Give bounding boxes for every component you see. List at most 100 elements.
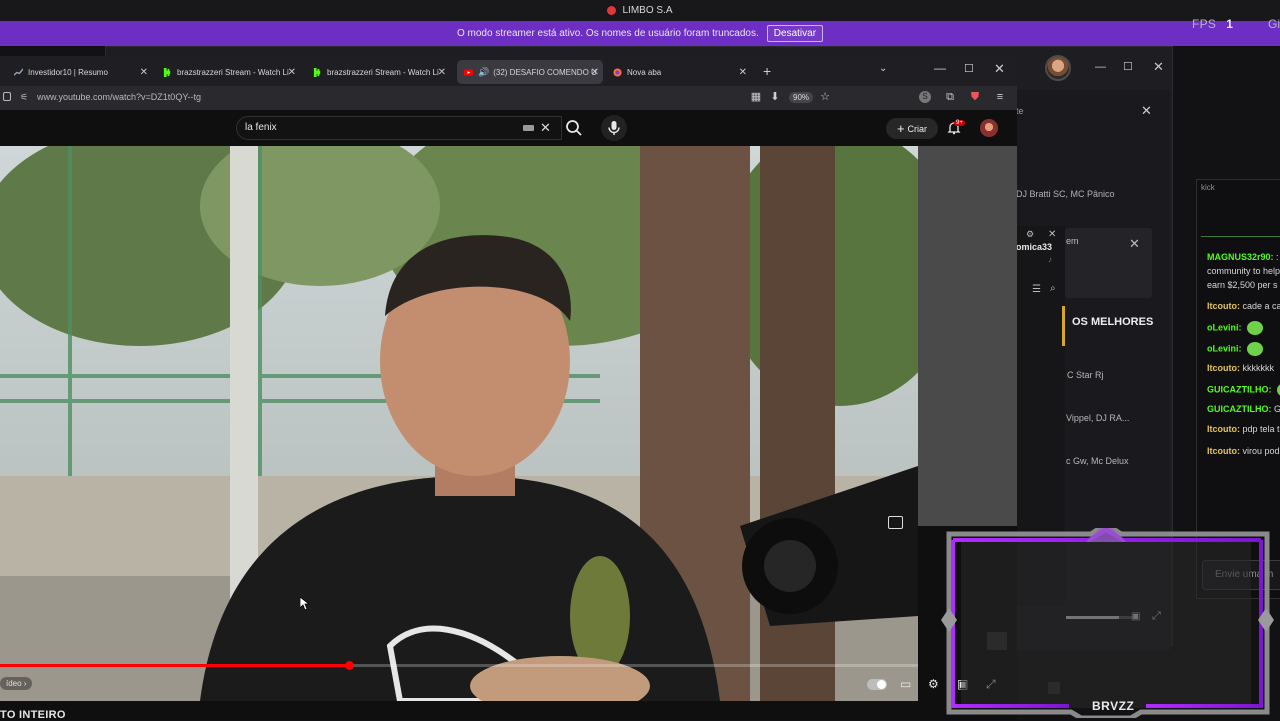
streamer-mode-banner: O modo streamer está ativo. Os nomes de … [0, 21, 1280, 46]
autoplay-toggle[interactable] [867, 679, 887, 690]
window-close-icon[interactable]: ✕ [994, 61, 1005, 77]
kick-favicon-icon [163, 67, 171, 77]
chat-text: earn $2,500 per s [1207, 280, 1278, 290]
menu-icon[interactable]: ≡ [994, 91, 1006, 103]
section-accent [1062, 306, 1065, 346]
bell-small-icon: ♪ [1048, 255, 1052, 264]
youtube-favicon-icon [464, 68, 473, 76]
gear-icon[interactable]: ⚙ [1026, 229, 1034, 240]
video-player[interactable] [0, 146, 918, 701]
chat-text: kkkkkkk [1242, 363, 1275, 373]
video-title-below: TO INTEIRO [0, 709, 66, 721]
lock-icon[interactable] [3, 92, 11, 101]
plus-icon: + [896, 121, 905, 136]
overlay-name: BRVZZ [1092, 699, 1135, 713]
window-minimize-icon[interactable]: — [934, 61, 946, 75]
chat-username[interactable]: oLevini: [1207, 343, 1242, 353]
search-input[interactable]: la fenix [245, 122, 277, 133]
screenshot-icon[interactable]: ▦ [750, 91, 762, 103]
tab-list-chevron-icon[interactable]: ⌄ [879, 63, 887, 74]
kick-favicon-icon [313, 67, 321, 77]
chat-username[interactable]: oLevini: [1207, 322, 1242, 332]
progress-scrubber[interactable] [345, 661, 354, 670]
maximize-icon[interactable]: ☐ [1123, 60, 1133, 73]
right-edge-text: Gi [1268, 17, 1280, 31]
chat-message: Itcouto: virou pod [1207, 446, 1280, 456]
chat-username[interactable]: Itcouto: [1207, 301, 1240, 311]
panel-close-icon[interactable]: ✕ [1141, 103, 1152, 119]
chart-favicon-icon [14, 67, 23, 76]
account-icon[interactable]: S [919, 91, 931, 103]
chat-username[interactable]: Itcouto: [1207, 424, 1240, 434]
video-frame-image [0, 146, 918, 701]
settings-gear-icon[interactable]: ⚙ [928, 677, 939, 691]
zoom-level[interactable]: 90% [789, 92, 814, 103]
mini-close-icon[interactable]: ✕ [1048, 229, 1056, 240]
chat-message: oLevini: [1207, 321, 1264, 335]
emote-icon [1247, 321, 1264, 335]
chat-text: : [1276, 252, 1279, 262]
firefox-favicon-icon [613, 67, 622, 77]
speaker-icon[interactable]: 🔊 [478, 67, 489, 78]
chat-username[interactable]: GUICAZTILHO: [1207, 384, 1272, 394]
profile-avatar[interactable] [1045, 55, 1071, 81]
miniplayer-icon[interactable] [888, 516, 903, 529]
youtube-avatar[interactable] [980, 119, 998, 137]
tab-investidor10[interactable]: Investidor10 | Resumo ✕ [14, 60, 152, 84]
tab-label: brazstrazzeri Stream - Watch Li [327, 67, 439, 77]
chat-username[interactable]: Itcouto: [1207, 446, 1240, 456]
djs-line: DJ Bratti SC, MC Pânico [1016, 189, 1115, 199]
tab-label: brazstrazzeri Stream - Watch Li [177, 67, 289, 77]
create-button[interactable]: + Criar [886, 118, 938, 139]
adblock-icon[interactable]: ⛊ [969, 91, 981, 103]
chat-text: virou pod [1242, 446, 1280, 456]
keyboard-icon[interactable] [523, 125, 534, 131]
clear-search-icon[interactable]: ✕ [540, 120, 551, 136]
chat-message: community to help [1207, 266, 1280, 276]
search-small-icon[interactable]: ⌕ [1050, 283, 1056, 294]
extensions-icon[interactable]: ⧉ [944, 91, 956, 103]
chat-message: earn $2,500 per s [1207, 280, 1278, 290]
tab-close-icon[interactable]: ✕ [140, 67, 148, 78]
site-settings-icon[interactable]: ⚟ [20, 92, 28, 103]
chapter-label[interactable]: ídeo › [0, 677, 33, 690]
chat-message: GUICAZTILHO: [1207, 383, 1280, 397]
tab-kick-2[interactable]: brazstrazzeri Stream - Watch Li ✕ [313, 60, 450, 84]
search-input-box[interactable] [236, 116, 562, 140]
search-icon[interactable] [562, 116, 586, 140]
chat-message: Itcouto: kkkkkkk [1207, 363, 1274, 373]
address-bar[interactable]: www.youtube.com/watch?v=DZ1t0QY--tg [37, 92, 201, 102]
artist-line: C Star Rj [1067, 370, 1104, 380]
tab-new[interactable]: Nova aba ✕ [613, 60, 751, 84]
mic-icon[interactable] [601, 115, 627, 141]
close-icon[interactable]: ✕ [1153, 59, 1164, 75]
emote-icon [1247, 342, 1264, 356]
bookmark-star-icon[interactable]: ☆ [819, 91, 831, 103]
window-maximize-icon[interactable]: ☐ [964, 62, 974, 75]
chat-divider [1201, 236, 1280, 237]
chat-text: cade a ca [1242, 301, 1280, 311]
chat-username[interactable]: Itcouto: [1207, 363, 1240, 373]
tab-close-icon[interactable]: ✕ [288, 67, 296, 78]
minimize-icon[interactable]: — [1095, 61, 1106, 73]
notification-close-icon[interactable]: ✕ [1129, 236, 1140, 252]
chat-message: MAGNUS32r90: : [1207, 252, 1279, 262]
tab-close-icon[interactable]: ✕ [438, 67, 446, 78]
os-app-title: LIMBO S.A [622, 5, 673, 16]
subtitles-icon[interactable]: ▭ [900, 677, 911, 691]
banner-message: O modo streamer está ativo. Os nomes de … [456, 28, 759, 39]
chat-message: Itcouto: cade a ca [1207, 301, 1280, 311]
chat-username[interactable]: MAGNUS32r90: [1207, 252, 1274, 262]
disable-streamer-button[interactable]: Desativar [766, 25, 824, 42]
stream-overlay-frame [941, 528, 1274, 718]
tab-close-icon[interactable]: ✕ [591, 67, 599, 78]
panel-label: te [1016, 106, 1024, 116]
tab-youtube-active[interactable]: 🔊 (32) DESAFIO COMENDO U ✕ [457, 60, 603, 84]
chat-username[interactable]: GUICAZTILHO: [1207, 404, 1272, 414]
tab-kick-1[interactable]: brazstrazzeri Stream - Watch Li ✕ [163, 60, 300, 84]
chat-message: Itcouto: pdp tela t [1207, 424, 1280, 434]
list-icon[interactable]: ☰ [1032, 284, 1041, 295]
new-tab-icon[interactable]: + [763, 63, 771, 79]
save-page-icon[interactable]: ⬇ [769, 91, 781, 103]
tab-close-icon[interactable]: ✕ [739, 67, 747, 78]
